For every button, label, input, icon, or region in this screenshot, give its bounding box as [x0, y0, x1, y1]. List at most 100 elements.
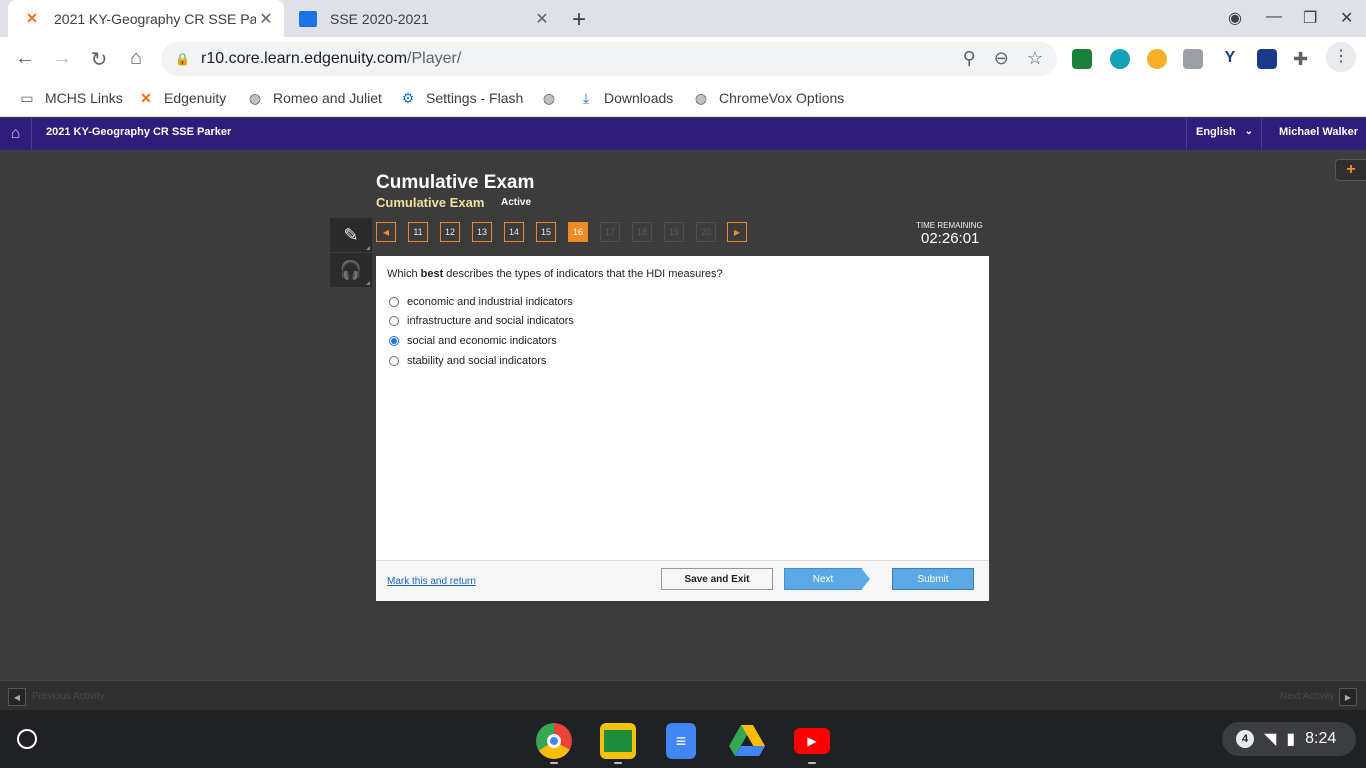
radio-button[interactable] — [389, 297, 399, 307]
next-activity-icon[interactable]: ▶ — [1339, 688, 1357, 706]
bookmark-star-icon[interactable]: ☆ — [1027, 48, 1043, 69]
question-17-button: 17 — [600, 222, 620, 242]
drive-app-icon[interactable] — [729, 723, 765, 759]
prompt-emphasis: best — [420, 268, 444, 280]
globe-icon: ◍ — [248, 89, 262, 106]
extensions-puzzle-icon[interactable]: ✚ — [1293, 49, 1313, 69]
tab-edgenuity-course[interactable]: ✕ 2021 KY-Geography CR SSE Parker ✕ — [8, 0, 284, 37]
bookmark-edgenuity[interactable]: ✕ Edgenuity — [137, 89, 226, 107]
audio-tool-button[interactable]: 🎧 — [330, 253, 372, 287]
bookmark-label: Romeo and Juliet — [273, 90, 382, 106]
reload-icon[interactable]: ↻ — [87, 47, 111, 72]
answer-text: infrastructure and social indicators — [407, 315, 574, 327]
dark-blue-extension-icon[interactable] — [1257, 49, 1277, 69]
edgenuity-favicon-icon: ✕ — [140, 89, 152, 106]
browser-tab-strip: ✕ 2021 KY-Geography CR SSE Parker ✕ SSE … — [0, 0, 1366, 37]
battery-icon: ▮ — [1286, 731, 1296, 748]
close-tab-icon[interactable]: ✕ — [256, 9, 276, 29]
classroom-app-icon[interactable] — [600, 723, 636, 759]
chrome-menu-icon[interactable]: ⋮ — [1326, 42, 1356, 72]
next-question-icon[interactable]: ▶ — [727, 222, 747, 242]
answer-text: stability and social indicators — [407, 355, 547, 367]
user-name[interactable]: Michael Walker — [1279, 126, 1358, 138]
close-window-icon[interactable]: ✕ — [1340, 8, 1353, 28]
tab-title: SSE 2020-2021 — [330, 10, 429, 27]
question-13-button[interactable]: 13 — [472, 222, 492, 242]
bookmark-chromevox-options[interactable]: ◍ ChromeVox Options — [692, 89, 844, 107]
launcher-icon[interactable] — [17, 729, 37, 749]
headphones-icon: 🎧 — [339, 259, 363, 280]
submit-button[interactable]: Submit — [892, 568, 974, 590]
question-12-button[interactable]: 12 — [440, 222, 460, 242]
prompt-text: Which — [387, 268, 421, 280]
new-tab-icon[interactable]: + — [572, 6, 586, 34]
globe-icon: ◍ — [542, 89, 556, 106]
docs-app-icon[interactable]: ≡ — [666, 723, 696, 759]
question-14-button[interactable]: 14 — [504, 222, 524, 242]
previous-activity-label[interactable]: Previous Activity — [32, 691, 105, 702]
pencil-tool-button[interactable]: ✎ — [330, 218, 372, 252]
course-home-icon[interactable]: ⌂ — [0, 118, 32, 150]
course-header: ⌂ 2021 KY-Geography CR SSE Parker Englis… — [0, 118, 1366, 150]
edgenuity-favicon-icon: ✕ — [26, 10, 38, 26]
next-button[interactable]: Next — [784, 568, 870, 590]
question-19-button: 19 — [664, 222, 684, 242]
answer-option-3[interactable]: social and economic indicators — [389, 335, 557, 347]
bookmark-globe[interactable]: ◍ — [540, 89, 567, 107]
gray-extension-icon[interactable] — [1183, 49, 1203, 69]
question-prompt: Which best describes the types of indica… — [387, 268, 723, 280]
teal-extension-icon[interactable] — [1110, 49, 1130, 69]
tab-title: 2021 KY-Geography CR SSE Parker — [54, 10, 256, 27]
bookmark-romeo-and-juliet[interactable]: ◍ Romeo and Juliet — [246, 89, 382, 107]
exam-status: Active — [501, 197, 532, 208]
radio-button[interactable] — [389, 356, 399, 366]
answer-text: economic and industrial indicators — [407, 296, 573, 308]
download-icon: ⤓ — [582, 89, 590, 106]
pencil-icon: ✎ — [343, 224, 359, 245]
answer-option-4[interactable]: stability and social indicators — [389, 355, 546, 367]
bookmark-mchs-links[interactable]: ▭ MCHS Links — [18, 89, 122, 107]
tab-sse[interactable]: SSE 2020-2021 ✕ — [288, 0, 560, 37]
orange-extension-icon[interactable] — [1147, 49, 1167, 69]
classroom-favicon-icon — [298, 9, 318, 29]
youtube-app-icon[interactable]: ▶ — [794, 728, 830, 754]
restore-icon[interactable]: ❐ — [1303, 8, 1317, 28]
question-15-button[interactable]: 15 — [536, 222, 556, 242]
zoom-icon[interactable]: ⊖ — [994, 48, 1009, 69]
save-and-exit-button[interactable]: Save and Exit — [661, 568, 773, 590]
previous-question-icon[interactable]: ◀ — [376, 222, 396, 242]
mark-and-return-link[interactable]: Mark this and return — [387, 576, 476, 587]
next-activity-label[interactable]: Next Activity — [1280, 691, 1334, 702]
timer-value: 02:26:01 — [921, 230, 980, 247]
activity-navigation-bar: ◀ Previous Activity Next Activity ▶ — [0, 680, 1366, 710]
radio-button-selected[interactable] — [389, 336, 399, 346]
question-11-button[interactable]: 11 — [408, 222, 428, 242]
close-tab-icon[interactable]: ✕ — [532, 9, 552, 29]
home-icon[interactable]: ⌂ — [124, 47, 148, 70]
language-select[interactable]: English ⌄ — [1186, 118, 1262, 150]
tab-search-icon[interactable]: ◉ — [1228, 8, 1242, 28]
classroom-extension-icon[interactable] — [1072, 49, 1092, 69]
bookmark-downloads[interactable]: ⤓ Downloads — [577, 89, 673, 107]
running-indicator — [550, 762, 558, 764]
status-tray[interactable]: 4 ◥ ▮ 8:24 — [1222, 722, 1356, 756]
course-title: 2021 KY-Geography CR SSE Parker — [46, 126, 232, 138]
answer-option-2[interactable]: infrastructure and social indicators — [389, 315, 574, 327]
location-icon[interactable]: ⚲ — [963, 48, 976, 69]
address-bar[interactable]: 🔒 r10.core.learn.edgenuity.com/Player/ ⚲… — [161, 42, 1057, 76]
tools-expand-plus-icon[interactable]: + — [1335, 159, 1366, 181]
forward-icon[interactable]: → — [50, 47, 74, 70]
bookmark-label: Downloads — [604, 90, 674, 106]
running-indicator — [808, 762, 816, 764]
bookmark-settings-flash[interactable]: ⚙ Settings - Flash — [399, 89, 524, 107]
question-16-button[interactable]: 16 — [568, 222, 588, 242]
minimize-icon[interactable]: — — [1266, 8, 1282, 26]
radio-button[interactable] — [389, 316, 399, 326]
question-20-button: 20 — [696, 222, 716, 242]
answer-option-1[interactable]: economic and industrial indicators — [389, 296, 573, 308]
previous-activity-icon[interactable]: ◀ — [8, 688, 26, 706]
chrome-app-icon[interactable] — [536, 723, 572, 759]
back-icon[interactable]: ← — [13, 47, 37, 70]
blue-v-extension-icon[interactable]: Y — [1220, 49, 1240, 69]
gear-icon: ⚙ — [401, 89, 415, 106]
